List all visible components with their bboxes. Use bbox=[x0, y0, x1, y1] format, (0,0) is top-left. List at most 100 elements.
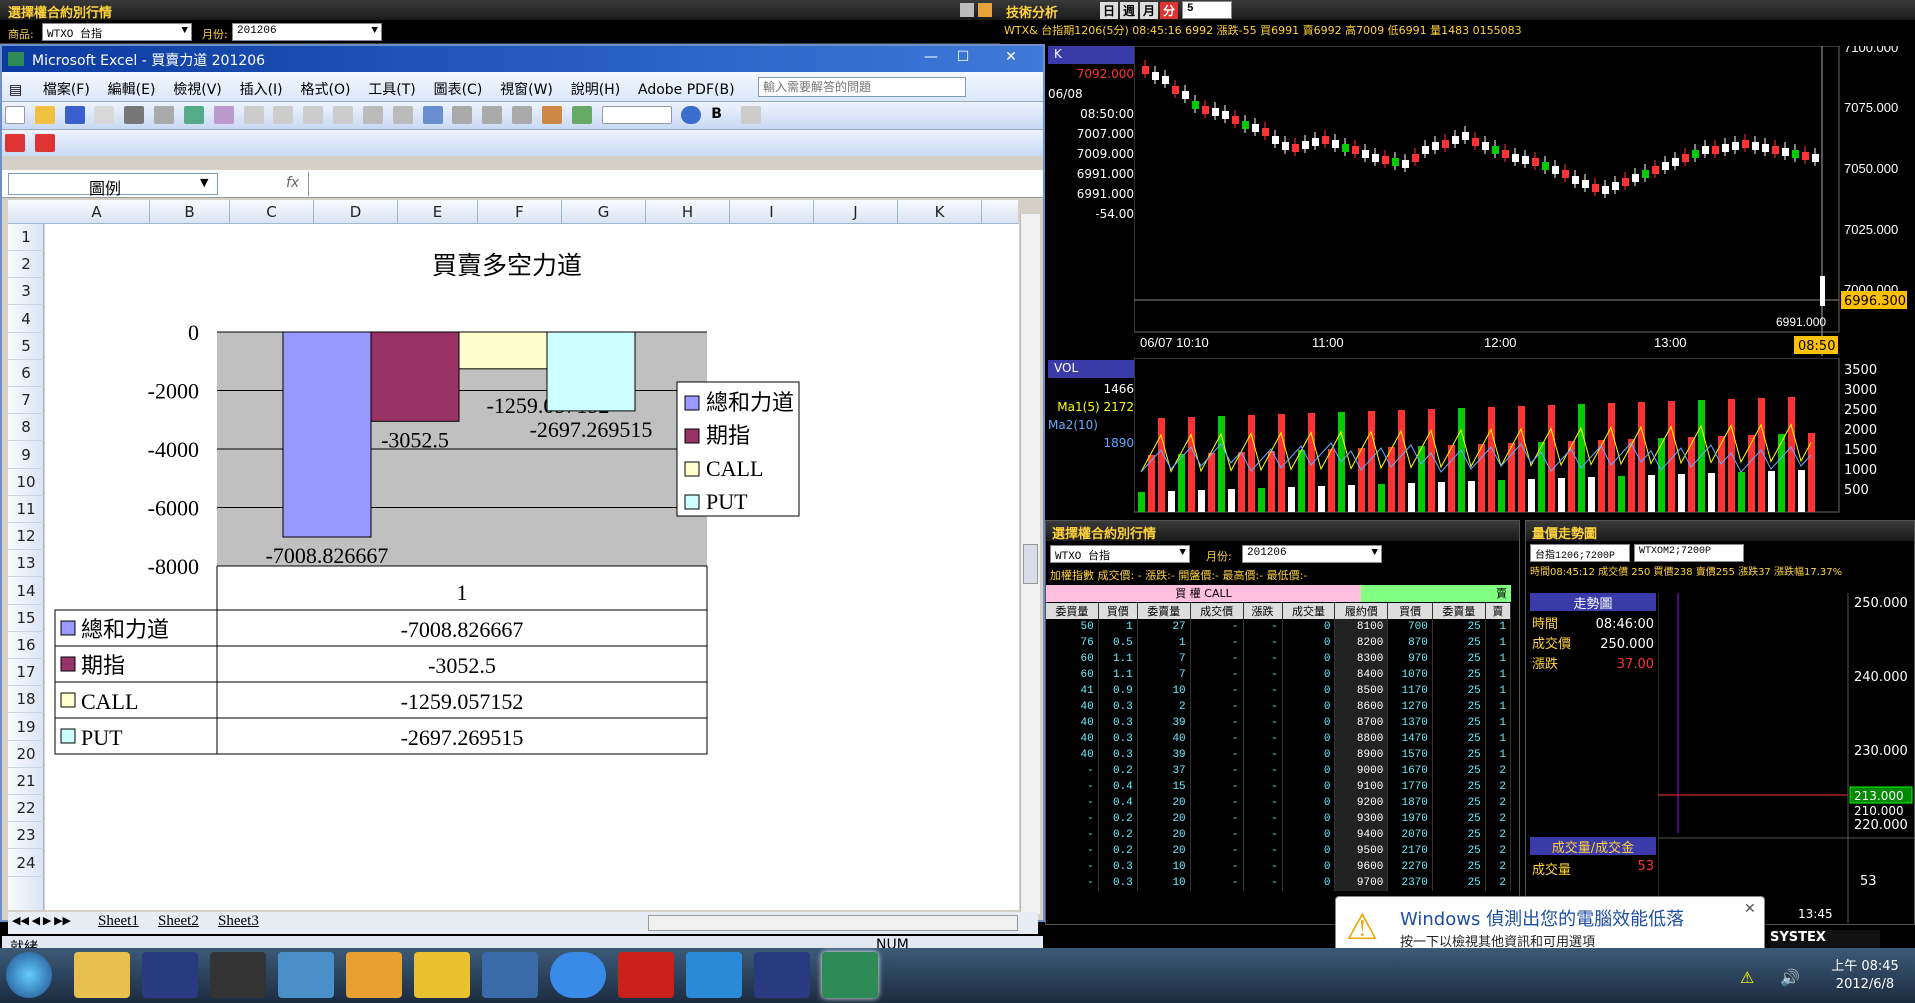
minimize-icon[interactable]: — bbox=[918, 49, 944, 69]
period-week[interactable]: 週 bbox=[1120, 2, 1139, 19]
tab-sheet3[interactable]: Sheet3 bbox=[218, 913, 259, 930]
new-icon[interactable] bbox=[5, 106, 25, 124]
cut-icon[interactable] bbox=[243, 106, 264, 124]
period-month[interactable]: 月 bbox=[1140, 2, 1159, 19]
pdf-email-icon[interactable] bbox=[34, 134, 55, 152]
row-header-14[interactable]: 14 bbox=[8, 578, 44, 605]
name-box[interactable]: 圖例 bbox=[8, 173, 218, 198]
chain-row[interactable]: 60 1.1 7- -0 8400 1070 25 1 bbox=[1046, 667, 1512, 683]
maximize-icon[interactable]: ☐ bbox=[950, 49, 976, 69]
menu-help[interactable]: 說明(H) bbox=[564, 72, 627, 106]
help-icon[interactable] bbox=[681, 106, 702, 124]
column-header-H[interactable]: H bbox=[646, 200, 730, 224]
undo-icon[interactable] bbox=[362, 106, 383, 124]
chart-area[interactable]: 買賣多空力道 0 -2000 -4000 -6000 -8000 -7008.826667… bbox=[47, 224, 982, 910]
vscroll-thumb[interactable] bbox=[1023, 544, 1038, 584]
horizontal-scrollbar[interactable] bbox=[648, 915, 1018, 931]
menu-insert[interactable]: 插入(I) bbox=[233, 72, 290, 106]
row-header-2[interactable]: 2 bbox=[8, 251, 44, 279]
menu-window[interactable]: 視窗(W) bbox=[493, 72, 560, 106]
chain-row[interactable]: -0.2 20- -0 9300 1970 25 2 bbox=[1046, 811, 1512, 827]
tab-sheet2[interactable]: Sheet2 bbox=[158, 913, 199, 930]
tray-warning-icon[interactable]: ⚠ bbox=[1740, 968, 1754, 987]
row-header-9[interactable]: 9 bbox=[8, 442, 44, 469]
tab-sheet1[interactable]: Sheet1 bbox=[98, 913, 139, 930]
vertical-scrollbar[interactable] bbox=[1020, 214, 1040, 914]
start-button[interactable] bbox=[6, 952, 52, 998]
row-header-15[interactable]: 15 bbox=[8, 605, 44, 632]
menu-format[interactable]: 格式(O) bbox=[293, 72, 357, 106]
formula-input[interactable] bbox=[308, 172, 1038, 196]
row-header-3[interactable]: 3 bbox=[8, 278, 44, 306]
remote-icon[interactable] bbox=[482, 952, 538, 998]
chain-row[interactable]: 60 1.1 7- -0 8300 970 25 1 bbox=[1046, 651, 1512, 667]
explorer-icon[interactable] bbox=[74, 952, 130, 998]
concord2-icon[interactable] bbox=[754, 952, 810, 998]
column-header-B[interactable]: B bbox=[150, 200, 230, 224]
app-icon-3[interactable] bbox=[210, 952, 266, 998]
bold-icon[interactable]: B bbox=[711, 106, 731, 124]
redo-icon[interactable] bbox=[392, 106, 413, 124]
row-header-20[interactable]: 20 bbox=[8, 741, 44, 768]
paste-icon[interactable] bbox=[303, 106, 324, 124]
chain-row[interactable]: -0.2 37- -0 9000 1670 25 2 bbox=[1046, 763, 1512, 779]
excel-taskbar-icon[interactable] bbox=[822, 952, 878, 998]
chain-row[interactable]: 76 0.5 1- -0 8200 870 25 1 bbox=[1046, 635, 1512, 651]
row-header-13[interactable]: 13 bbox=[8, 550, 44, 578]
chain-row[interactable]: 40 0.3 2- -0 8600 1270 25 1 bbox=[1046, 699, 1512, 715]
chain-row[interactable]: -0.2 20- -0 9500 2170 25 2 bbox=[1046, 843, 1512, 859]
chain-row[interactable]: -0.2 20- -0 9400 2070 25 2 bbox=[1046, 827, 1512, 843]
period-day[interactable]: 日 bbox=[1100, 2, 1119, 19]
row-header-5[interactable]: 5 bbox=[8, 333, 44, 360]
row-header-23[interactable]: 23 bbox=[8, 822, 44, 850]
chain-row[interactable]: 40 0.3 40- -0 8800 1470 25 1 bbox=[1046, 731, 1512, 747]
close-icon[interactable] bbox=[978, 3, 992, 17]
row-header-21[interactable]: 21 bbox=[8, 768, 44, 795]
row-header-11[interactable]: 11 bbox=[8, 496, 44, 523]
menu-view[interactable]: 檢視(V) bbox=[166, 72, 229, 106]
zoom-select[interactable] bbox=[601, 106, 672, 124]
copy-icon[interactable] bbox=[273, 106, 294, 124]
menu-edit[interactable]: 編輯(E) bbox=[101, 72, 163, 106]
chain-row[interactable]: 41 0.9 10- -0 8500 1170 25 1 bbox=[1046, 683, 1512, 699]
acrobat-icon[interactable] bbox=[618, 952, 674, 998]
system-clock[interactable]: 上午 08:45 2012/6/8 bbox=[1820, 958, 1910, 994]
open-icon[interactable] bbox=[34, 106, 55, 124]
trend-tab[interactable]: 走勢圖 bbox=[1530, 593, 1656, 612]
column-header-K[interactable]: K bbox=[898, 200, 982, 224]
column-header-C[interactable]: C bbox=[230, 200, 314, 224]
row-header-12[interactable]: 12 bbox=[8, 523, 44, 551]
skype-icon[interactable] bbox=[686, 952, 742, 998]
menu-chart[interactable]: 圖表(C) bbox=[427, 72, 490, 106]
ie-icon[interactable] bbox=[550, 952, 606, 998]
drawing-icon[interactable] bbox=[571, 106, 592, 124]
column-header-J[interactable]: J bbox=[814, 200, 898, 224]
row-header-10[interactable]: 10 bbox=[8, 469, 44, 496]
sort-asc-icon[interactable] bbox=[482, 106, 503, 124]
concord-icon[interactable] bbox=[142, 952, 198, 998]
close-window-icon[interactable]: ✕ bbox=[998, 49, 1024, 69]
chain-row[interactable]: -0.3 10- -0 9600 2270 25 2 bbox=[1046, 859, 1512, 875]
save-icon[interactable] bbox=[64, 106, 85, 124]
performance-notification[interactable]: ⚠ Windows 偵測出您的電腦效能低落 按一下以檢視其他資訊和可用選項 ✕ bbox=[1335, 896, 1765, 954]
period-minute[interactable]: 分 bbox=[1160, 2, 1179, 19]
period-select[interactable]: 5 bbox=[1182, 1, 1232, 19]
menu-doc-icon[interactable]: ▤ bbox=[2, 75, 32, 105]
menu-tools[interactable]: 工具(T) bbox=[361, 72, 422, 106]
column-header-I[interactable]: I bbox=[730, 200, 814, 224]
print-icon[interactable] bbox=[124, 106, 145, 124]
column-header-D[interactable]: D bbox=[314, 200, 398, 224]
trend-vol-tab[interactable]: 成交量/成交金 bbox=[1530, 837, 1656, 856]
chain-row[interactable]: -0.3 10- -0 9700 2370 25 2 bbox=[1046, 875, 1512, 891]
spelling-icon[interactable] bbox=[183, 106, 204, 124]
product-select[interactable]: WTXO 台指 ▼ bbox=[42, 23, 192, 41]
chain-row[interactable]: -0.4 15- -0 9100 1770 25 2 bbox=[1046, 779, 1512, 795]
chart-wizard-icon[interactable] bbox=[541, 106, 562, 124]
name-box-dropdown-icon[interactable]: ▼ bbox=[200, 176, 208, 189]
research-icon[interactable] bbox=[213, 106, 234, 124]
month-select[interactable]: 201206 ▼ bbox=[232, 23, 382, 41]
row-header-22[interactable]: 22 bbox=[8, 795, 44, 823]
row-header-24[interactable]: 24 bbox=[8, 850, 44, 877]
chain-row[interactable]: -0.4 20- -0 9200 1870 25 2 bbox=[1046, 795, 1512, 811]
row-header-19[interactable]: 19 bbox=[8, 714, 44, 741]
